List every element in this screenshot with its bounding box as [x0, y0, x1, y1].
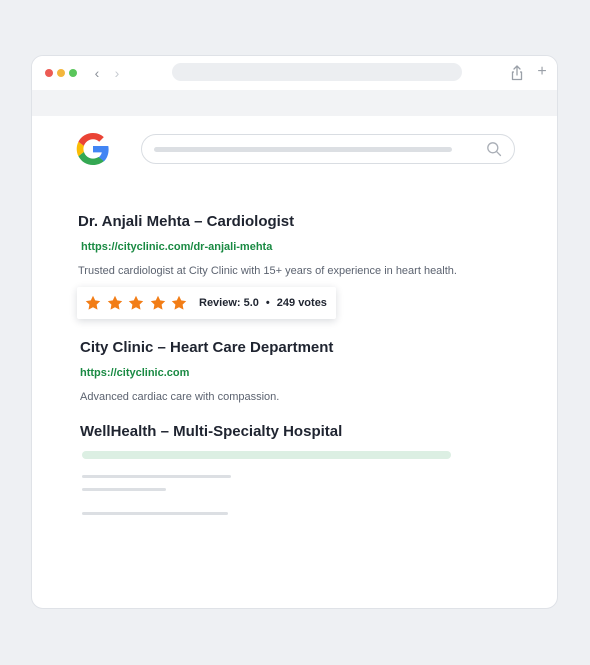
loading-url-placeholder — [82, 451, 451, 459]
result-title-3[interactable]: WellHealth – Multi-Specialty Hospital — [80, 423, 342, 440]
search-query-placeholder — [154, 147, 452, 152]
result-description-1: Trusted cardiologist at City Clinic with… — [78, 265, 457, 277]
address-bar[interactable] — [172, 63, 462, 81]
forward-arrow-icon[interactable]: › — [110, 65, 124, 81]
new-tab-icon[interactable]: + — [535, 64, 549, 80]
share-icon[interactable] — [510, 65, 524, 81]
rating-summary: Review: 5.0 • 249 votes — [199, 297, 327, 309]
result-title-2[interactable]: City Clinic – Heart Care Department — [80, 339, 333, 356]
search-input[interactable] — [141, 134, 515, 164]
star-icon — [150, 295, 165, 310]
star-rating — [85, 295, 193, 311]
star-icon — [107, 295, 122, 310]
browser-toolbar — [32, 90, 557, 116]
back-arrow-icon[interactable]: ‹ — [90, 65, 104, 81]
result-url-2[interactable]: https://cityclinic.com — [80, 367, 189, 379]
rating-separator: • — [265, 297, 270, 309]
loading-line-placeholder — [82, 475, 231, 478]
loading-line-placeholder — [82, 512, 228, 515]
close-window-button[interactable] — [45, 69, 53, 77]
search-results-page: Dr. Anjali Mehta – Cardiologist https://… — [32, 116, 557, 608]
vote-count: 249 votes — [276, 297, 327, 309]
rating-card: Review: 5.0 • 249 votes — [77, 287, 336, 319]
result-description-2: Advanced cardiac care with compassion. — [80, 391, 280, 403]
search-icon[interactable] — [486, 141, 502, 157]
minimize-window-button[interactable] — [57, 69, 65, 77]
maximize-window-button[interactable] — [69, 69, 77, 77]
result-title-1[interactable]: Dr. Anjali Mehta – Cardiologist — [78, 213, 294, 230]
result-url-1[interactable]: https://cityclinic.com/dr-anjali-mehta — [81, 241, 272, 253]
loading-line-placeholder — [82, 488, 166, 491]
browser-titlebar: ‹ › + — [32, 56, 557, 90]
google-logo-icon — [76, 133, 109, 165]
star-icon — [171, 295, 187, 310]
page-background: ‹ › + Dr. Anjali Mehta – Cardiologist ht… — [0, 0, 590, 665]
review-score: Review: 5.0 — [199, 297, 259, 309]
browser-window: ‹ › + Dr. Anjali Mehta – Cardiologist ht… — [31, 55, 558, 609]
star-icon — [128, 295, 144, 310]
star-icon — [85, 295, 101, 310]
